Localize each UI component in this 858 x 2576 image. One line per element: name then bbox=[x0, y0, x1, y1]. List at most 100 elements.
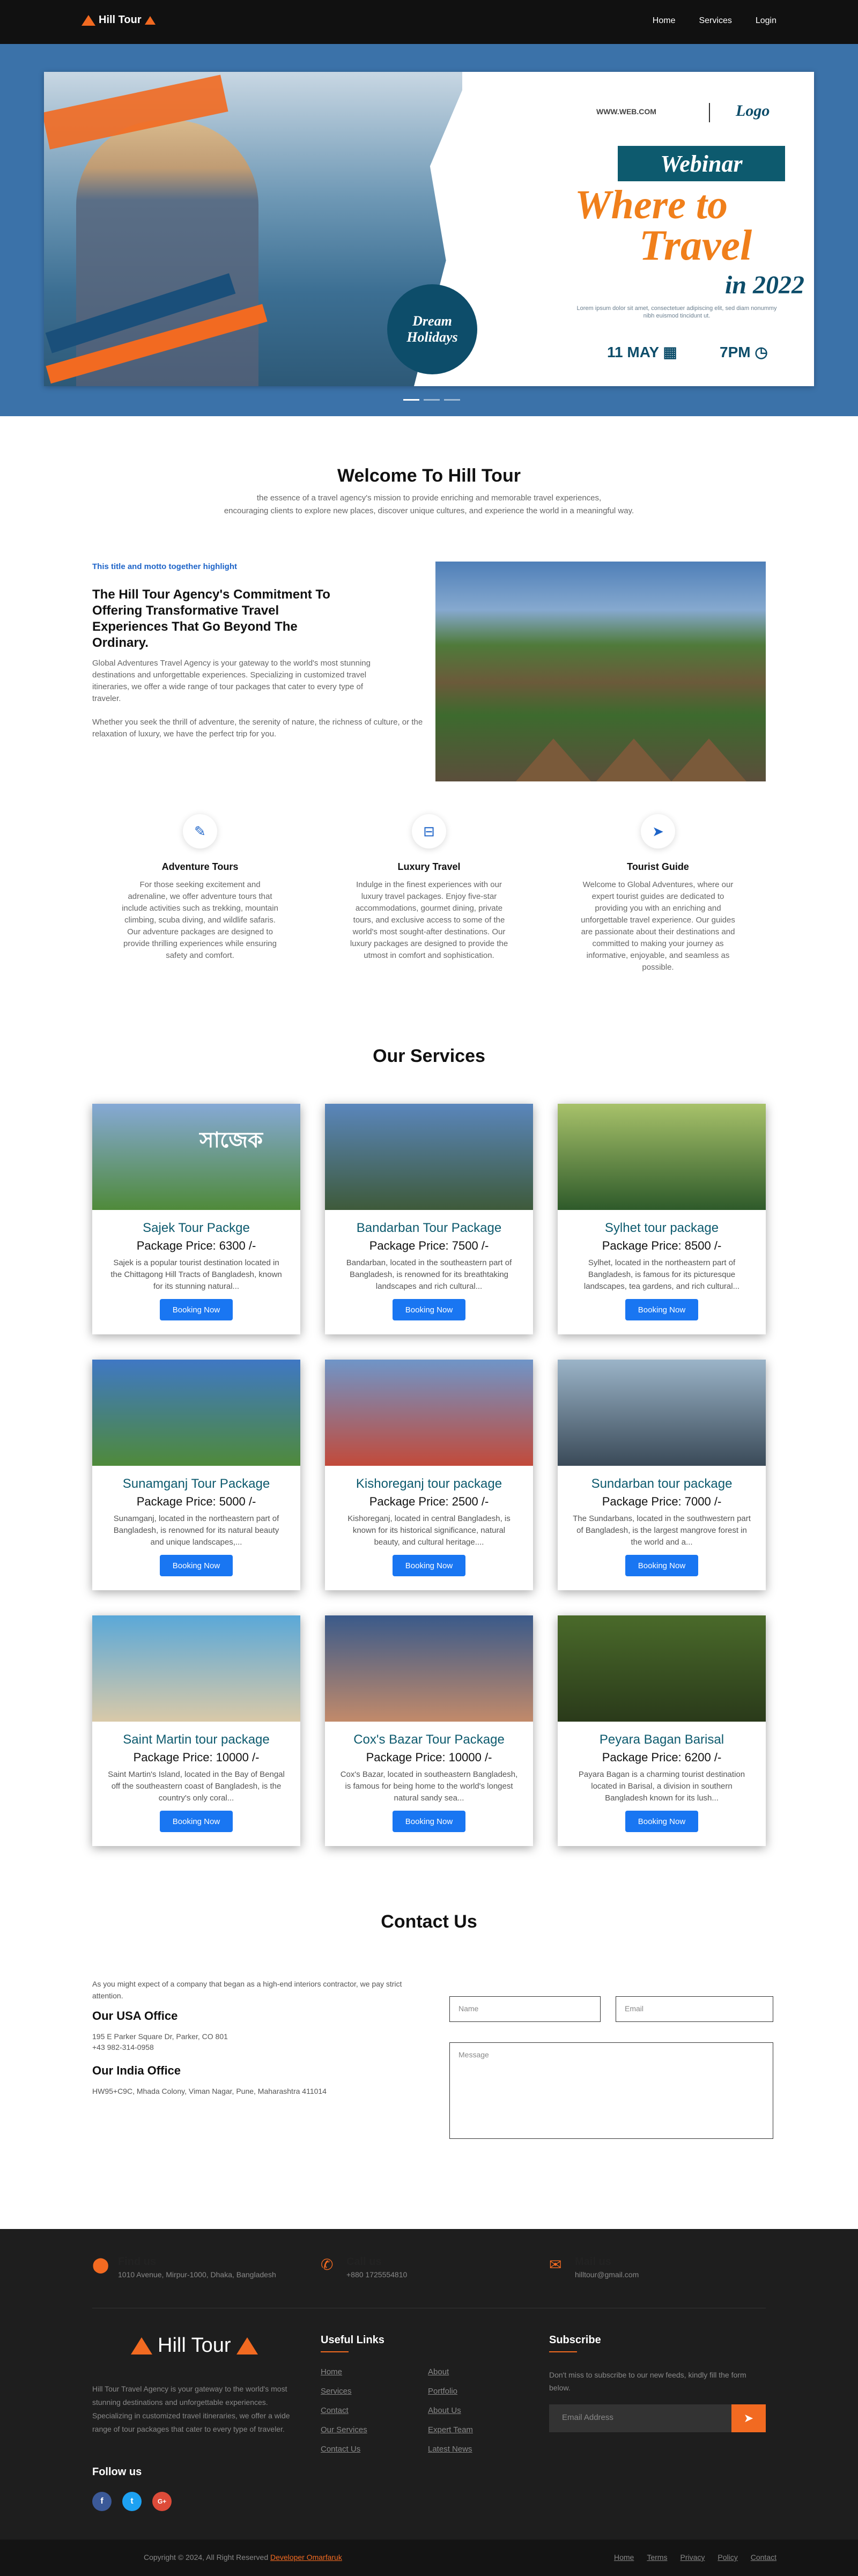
bottom-link-policy[interactable]: Policy bbox=[718, 2553, 737, 2562]
contact-intro: As you might expect of a company that be… bbox=[92, 1980, 402, 2000]
motto-text: This title and motto together highlight bbox=[92, 562, 237, 571]
envelope-icon: ✉ bbox=[549, 2256, 562, 2273]
google-plus-icon[interactable]: G+ bbox=[152, 2492, 172, 2511]
navbar: Hill Tour Home Services Login bbox=[0, 0, 858, 44]
service-price: Package Price: 2500 /- bbox=[369, 1495, 489, 1508]
facebook-icon[interactable]: f bbox=[92, 2492, 112, 2511]
booking-now-button[interactable]: Booking Now bbox=[160, 1555, 233, 1576]
email-input[interactable]: Email bbox=[616, 1996, 773, 2022]
mail-us-title: Mail us bbox=[575, 2256, 611, 2268]
subscribe-button[interactable]: ➤ bbox=[731, 2404, 766, 2432]
service-card: Bandarban Tour Package Package Price: 750… bbox=[325, 1104, 533, 1334]
service-image bbox=[325, 1104, 533, 1210]
footer-brand[interactable]: Hill Tour bbox=[131, 2334, 258, 2357]
service-description: Kishoreganj, located in central Banglade… bbox=[347, 1514, 511, 1547]
booking-now-button[interactable]: Booking Now bbox=[625, 1811, 698, 1832]
footer-link-home[interactable]: Home bbox=[321, 2367, 342, 2376]
nav-services-link[interactable]: Services bbox=[699, 16, 731, 26]
footer-link-contact-us[interactable]: Contact Us bbox=[321, 2445, 360, 2454]
contact-title: Contact Us bbox=[381, 1911, 477, 1932]
booking-now-button[interactable]: Booking Now bbox=[625, 1555, 698, 1576]
service-title: Peyara Bagan Barisal bbox=[599, 1732, 724, 1747]
subscribe-email-input[interactable]: Email Address bbox=[549, 2404, 731, 2432]
footer-brand-name: Hill Tour bbox=[158, 2334, 231, 2357]
usa-office-phone: +43 982-314-0958 bbox=[92, 2043, 154, 2051]
dream-holidays-badge: Dream Holidays bbox=[387, 284, 477, 374]
service-title: Sajek Tour Packge bbox=[143, 1221, 250, 1235]
service-title: Kishoreganj tour package bbox=[356, 1477, 502, 1491]
footer-link-contact[interactable]: Contact bbox=[321, 2406, 349, 2415]
about-paragraph-1: Global Adventures Travel Agency is your … bbox=[92, 659, 371, 703]
service-image bbox=[92, 1360, 300, 1466]
mountain-icon bbox=[131, 2337, 152, 2354]
service-title: Saint Martin tour package bbox=[123, 1732, 270, 1747]
feature-title: Tourist Guide bbox=[627, 861, 689, 872]
find-us-address: 1010 Avenue, Mirpur-1000, Dhaka, Banglad… bbox=[118, 2270, 276, 2279]
booking-now-button[interactable]: Booking Now bbox=[393, 1299, 465, 1320]
slide-logo: Logo bbox=[736, 102, 770, 120]
nav-login-link[interactable]: Login bbox=[756, 16, 776, 26]
usa-office-title: Our USA Office bbox=[92, 2009, 178, 2023]
title-underline bbox=[549, 2351, 577, 2352]
service-card: Sundarban tour package Package Price: 700… bbox=[558, 1360, 766, 1590]
service-price: Package Price: 8500 /- bbox=[602, 1239, 722, 1252]
carousel-indicator[interactable] bbox=[444, 399, 460, 401]
service-title: Sundarban tour package bbox=[591, 1477, 733, 1491]
subscribe-text: Don't miss to subscribe to our new feeds… bbox=[549, 2371, 746, 2392]
footer-link-latest-news[interactable]: Latest News bbox=[428, 2445, 472, 2454]
service-description: Sylhet, located in the northeastern part… bbox=[583, 1258, 740, 1291]
booking-now-button[interactable]: Booking Now bbox=[625, 1299, 698, 1320]
bottom-link-terms[interactable]: Terms bbox=[647, 2553, 667, 2562]
service-card: Kishoreganj tour package Package Price: 2… bbox=[325, 1360, 533, 1590]
feature-luxury: ⊟ Luxury Travel Indulge in the finest ex… bbox=[349, 814, 509, 962]
name-input[interactable]: Name bbox=[449, 1996, 601, 2022]
service-description: The Sundarbans, located in the southwest… bbox=[573, 1514, 751, 1547]
india-office-address: HW95+C9C, Mhada Colony, Viman Nagar, Pun… bbox=[92, 2087, 327, 2095]
service-card: Saint Martin tour package Package Price: … bbox=[92, 1615, 300, 1846]
mail-us-address: hilltour@gmail.com bbox=[575, 2270, 639, 2279]
bottom-link-home[interactable]: Home bbox=[614, 2553, 634, 2562]
services-title: Our Services bbox=[373, 1046, 485, 1066]
phone-icon: ✆ bbox=[321, 2256, 334, 2273]
service-card: সাজেক Sajek Tour Packge Package Price: 630… bbox=[92, 1104, 300, 1334]
hero-carousel: WWW.WEB.COM Logo Webinar Where to Travel… bbox=[0, 44, 858, 416]
service-description: Sunamganj, located in the northeastern p… bbox=[113, 1514, 279, 1547]
bottom-link-contact[interactable]: Contact bbox=[751, 2553, 776, 2562]
headline-line2: Travel bbox=[639, 222, 752, 269]
bottom-link-privacy[interactable]: Privacy bbox=[680, 2553, 705, 2562]
twitter-icon[interactable]: t bbox=[122, 2492, 142, 2511]
message-textarea[interactable]: Message bbox=[449, 2042, 773, 2139]
headline-line1: Where to bbox=[575, 182, 728, 227]
carousel-indicator[interactable] bbox=[424, 399, 440, 401]
useful-links-title: Useful Links bbox=[321, 2334, 384, 2346]
footer-link-about[interactable]: About bbox=[428, 2367, 449, 2376]
footer-link-our-services[interactable]: Our Services bbox=[321, 2425, 367, 2434]
welcome-title: Welcome To Hill Tour bbox=[337, 466, 521, 486]
subscribe-title: Subscribe bbox=[549, 2334, 601, 2346]
footer-link-services[interactable]: Services bbox=[321, 2387, 352, 2396]
brand-logo[interactable]: Hill Tour bbox=[82, 14, 156, 26]
footer-link-about-us[interactable]: About Us bbox=[428, 2406, 461, 2415]
mountain-icon bbox=[236, 2337, 258, 2354]
next-slide-arrow-icon[interactable]: › bbox=[788, 213, 794, 234]
mountain-icon bbox=[82, 14, 95, 26]
send-icon: ➤ bbox=[743, 2411, 754, 2425]
carousel-indicator[interactable] bbox=[403, 399, 419, 401]
footer-link-expert-team[interactable]: Expert Team bbox=[428, 2425, 473, 2434]
booking-now-button[interactable]: Booking Now bbox=[160, 1299, 233, 1320]
service-card: Peyara Bagan Barisal Package Price: 6200 … bbox=[558, 1615, 766, 1846]
service-price: Package Price: 6200 /- bbox=[602, 1751, 722, 1764]
service-description: Payara Bagan is a charming tourist desti… bbox=[578, 1770, 745, 1803]
service-price: Package Price: 7000 /- bbox=[602, 1495, 722, 1508]
booking-now-button[interactable]: Booking Now bbox=[393, 1555, 465, 1576]
service-image bbox=[558, 1104, 766, 1210]
find-us-title: Find us bbox=[118, 2256, 157, 2268]
booking-now-button[interactable]: Booking Now bbox=[393, 1811, 465, 1832]
developer-link[interactable]: Developer Omarfaruk bbox=[270, 2553, 342, 2562]
footer-link-portfolio[interactable]: Portfolio bbox=[428, 2387, 457, 2396]
service-title: Sunamganj Tour Package bbox=[122, 1477, 270, 1491]
booking-now-button[interactable]: Booking Now bbox=[160, 1811, 233, 1832]
india-office-title: Our India Office bbox=[92, 2064, 181, 2077]
welcome-subtitle-1: the essence of a travel agency's mission… bbox=[256, 493, 602, 503]
nav-home-link[interactable]: Home bbox=[653, 16, 676, 26]
